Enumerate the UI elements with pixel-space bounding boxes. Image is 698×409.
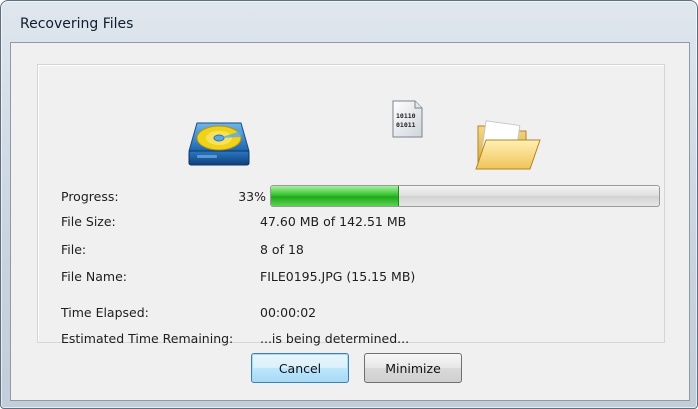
folder-icon [474, 118, 544, 173]
window-title: Recovering Files [20, 16, 134, 32]
recovering-files-dialog: Recovering Files 10110 01011 Progress: 3… [0, 0, 698, 409]
file-label: File: [61, 242, 87, 257]
binary-document-icon: 10110 01011 [391, 100, 423, 138]
file-size-value: 47.60 MB of 142.51 MB [260, 214, 407, 229]
progress-group-box: 10110 01011 Progress: 33% File Size: 47.… [37, 64, 665, 346]
dialog-client-area: 10110 01011 Progress: 33% File Size: 47.… [10, 42, 690, 401]
progress-bar [270, 185, 660, 207]
doc-icon-line1: 10110 [396, 112, 416, 120]
estimated-time-remaining-value: ...is being determined... [260, 331, 410, 346]
file-count-value: 8 of 18 [260, 242, 304, 257]
cancel-button[interactable]: Cancel [251, 353, 349, 383]
hard-disk-icon [183, 117, 253, 169]
file-name-label: File Name: [61, 269, 127, 284]
estimated-time-remaining-label: Estimated Time Remaining: [61, 331, 234, 346]
title-bar[interactable]: Recovering Files [2, 2, 696, 36]
doc-icon-line2: 01011 [396, 121, 416, 129]
time-elapsed-value: 00:00:02 [260, 305, 317, 320]
file-name-value: FILE0195.JPG (15.15 MB) [260, 269, 416, 284]
progress-bar-fill [271, 186, 400, 206]
file-size-label: File Size: [61, 214, 116, 229]
minimize-button[interactable]: Minimize [364, 353, 462, 383]
time-elapsed-label: Time Elapsed: [61, 305, 149, 320]
progress-percent: 33% [238, 189, 266, 204]
progress-label: Progress: [61, 189, 119, 204]
